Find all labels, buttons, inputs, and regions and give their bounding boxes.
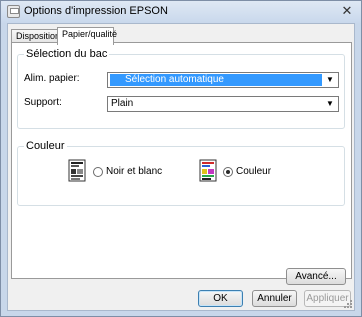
- paper-source-select[interactable]: Sélection automatique ▼: [107, 72, 339, 88]
- title-bar[interactable]: Options d'impression EPSON ✕: [1, 1, 361, 23]
- resize-grip-icon[interactable]: [343, 299, 353, 309]
- grayscale-document-icon: [68, 159, 86, 182]
- color-document-icon: [199, 159, 217, 182]
- color-radio[interactable]: [223, 167, 233, 177]
- media-select[interactable]: Plain ▼: [107, 96, 339, 112]
- tray-selection-group: Sélection du bac Alim. papier: Sélection…: [17, 47, 345, 129]
- print-options-window: Options d'impression EPSON ✕ Disposition…: [0, 0, 362, 317]
- media-value: Plain: [111, 98, 134, 109]
- paper-source-value: Sélection automatique: [110, 74, 322, 86]
- tray-selection-title: Sélection du bac: [24, 47, 110, 61]
- advanced-button[interactable]: Avancé...: [286, 268, 346, 285]
- media-label: Support:: [24, 97, 62, 108]
- ok-button[interactable]: OK: [198, 290, 243, 307]
- printer-icon: [7, 5, 20, 18]
- dialog-client-area: Disposition Papier/qualité Sélection du …: [7, 23, 355, 311]
- paper-source-label: Alim. papier:: [24, 73, 80, 84]
- tab-paper-quality[interactable]: Papier/qualité: [57, 27, 117, 45]
- tab-panel-paper-quality: Sélection du bac Alim. papier: Sélection…: [11, 42, 352, 285]
- color-group-title: Couleur: [24, 139, 67, 153]
- chevron-down-icon: ▼: [326, 75, 334, 84]
- color-radio-label[interactable]: Couleur: [236, 166, 271, 177]
- bw-radio[interactable]: [93, 167, 103, 177]
- chevron-down-icon: ▼: [326, 99, 334, 108]
- window-title: Options d'impression EPSON: [24, 5, 168, 17]
- cancel-button[interactable]: Annuler: [252, 290, 297, 307]
- color-group: Couleur Noir et blanc Couleur: [17, 139, 345, 206]
- bw-radio-label[interactable]: Noir et blanc: [106, 166, 162, 177]
- close-icon[interactable]: ✕: [339, 4, 355, 19]
